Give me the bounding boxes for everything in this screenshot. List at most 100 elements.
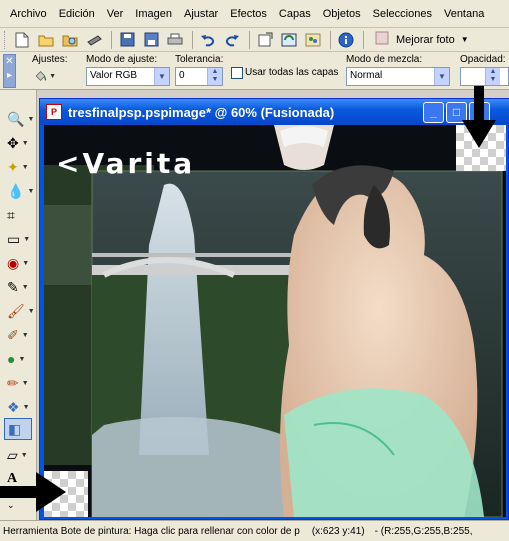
retouch-icon: ✐ [7,326,19,343]
new-file-icon[interactable] [11,30,33,50]
match-mode-value: Valor RGB [90,70,138,81]
eye-icon: ◉ [7,254,20,271]
selection-tool[interactable]: ▭ ▼ [4,228,32,250]
toolbar-separator [363,30,364,49]
blend-mode-value: Normal [350,70,383,81]
opacity-label: Opacidad: [460,54,506,65]
standard-toolbar: Mejorar foto ▼ [0,28,509,52]
clone-tool[interactable]: ✎ ▼ [4,276,32,298]
annotation-arrow-right-icon [0,472,66,512]
toolbar-separator [249,30,250,49]
spin-arrows-icon[interactable]: ▲ ▼ [207,68,222,85]
move-tool[interactable]: ✥ ▼ [4,132,32,154]
pencil-icon: ✏ [7,374,19,391]
opacity-stepper[interactable]: ▲ ▼ [460,67,509,86]
crop-icon: ⌗ [7,206,15,223]
selection-icon: ▭ [7,230,21,247]
match-mode-label: Modo de ajuste: [86,54,158,65]
scanner-icon[interactable] [83,30,105,50]
retouch-tool[interactable]: ✐ ▼ [4,324,32,346]
zoom-tool[interactable]: 🔍 ▼ [4,108,34,130]
fit-window-icon[interactable] [254,30,276,50]
status-hint: Herramienta Bote de pintura: Haga clic p… [3,525,300,537]
redo-icon[interactable] [221,30,243,50]
color-replacer-icon: ● [7,351,16,367]
blend-mode-select[interactable]: Normal ▼ [346,67,450,86]
document-title: tresfinalpsp.pspimage* @ 60% (Fusionada) [68,104,335,120]
use-all-layers-checkbox[interactable] [231,67,243,79]
presets-label: Ajustes: [32,54,68,65]
open-folder-icon[interactable] [35,30,57,50]
red-eye-tool[interactable]: ◉ ▼ [4,252,32,274]
minimize-button[interactable]: _ [423,102,444,123]
use-all-layers-label: Usar todas las capas [245,67,339,78]
match-mode-select[interactable]: Valor RGB ▼ [86,67,170,86]
print-icon[interactable] [164,30,186,50]
magic-wand-icon: ✦ [7,158,19,175]
menu-objetos[interactable]: Objetos [317,4,367,24]
enhance-photo-button[interactable]: Mejorar foto ▼ [374,30,469,49]
psp-document-icon: P [46,104,62,120]
enhance-photo-icon [374,30,390,49]
menu-ver[interactable]: Ver [101,4,130,24]
color-replacer-tool[interactable]: ● ▼ [4,348,32,370]
info-icon[interactable] [335,30,357,50]
menu-archivo[interactable]: Archivo [6,4,53,24]
toolbar-separator [192,30,193,49]
menu-efectos[interactable]: Efectos [224,4,273,24]
dropper-icon: 💧 [7,182,25,199]
menu-selecciones[interactable]: Selecciones [367,4,438,24]
image-canvas[interactable]: <Varita [44,125,506,517]
tools-toolbar: 🔍 ▼ ✥ ▼ ✦ ▼ 💧 ▼ ⌗ ▭ ▼ ◉ ▼ ✎ ▼ 🖌 ▼ ✐ ▼ ● ▼ ✏ ▼ ❖ ▼ ◧ … [0,90,37,520]
eraser-tool[interactable]: ▱ ▼ [4,444,32,466]
chevron-down-icon: ▼ [460,35,469,44]
toolbar-separator [111,30,112,49]
menu-bar: Archivo Edición Ver Imagen Ajustar Efect… [0,0,509,28]
fill-tool-preset-icon[interactable]: ▼ [34,66,56,86]
chevron-down-icon[interactable]: ▼ [434,68,449,85]
browse-icon[interactable] [59,30,81,50]
save-icon[interactable] [116,30,138,50]
magic-wand-tool[interactable]: ✦ ▼ [4,156,32,178]
document-titlebar[interactable]: P tresfinalpsp.pspimage* @ 60% (Fusionad… [40,99,509,125]
annotation-arrow-down-icon [462,86,496,148]
spin-arrows-icon[interactable]: ▲ ▼ [485,68,500,85]
menu-edicion[interactable]: Edición [53,4,101,24]
document-window: P tresfinalpsp.pspimage* @ 60% (Fusionad… [39,98,509,520]
close-icon[interactable]: ✕ ▸ [3,54,16,88]
toolbar-grip[interactable] [4,30,8,49]
magnifier-icon: 🔍 [7,110,25,127]
refresh-icon[interactable] [278,30,300,50]
clone-brush-icon: ✎ [7,278,19,295]
menu-ventana[interactable]: Ventana [438,4,490,24]
eraser-brush-tool[interactable]: ✏ ▼ [4,372,32,394]
enhance-photo-label: Mejorar foto [396,33,455,46]
brush-icon: 🖌 [7,302,25,319]
paint-bucket-icon: ◧ [8,420,22,437]
picture-tube-tool[interactable]: ❖ ▼ [4,396,32,418]
eraser-icon: ▱ [7,446,18,463]
picture-tube-icon: ❖ [7,398,20,415]
menu-ajustar[interactable]: Ajustar [178,4,224,24]
cursor-coordinates: (x:623 y:41) [311,525,365,537]
toolbar-separator [330,30,331,49]
tolerance-stepper[interactable]: 0 ▲ ▼ [175,67,223,86]
save-as-icon[interactable] [140,30,162,50]
crop-tool[interactable]: ⌗ [4,204,32,226]
canvas-image [44,125,506,517]
menu-capas[interactable]: Capas [273,4,317,24]
canvas-overlay-text: <Varita [56,147,196,180]
tolerance-label: Tolerancia: [175,54,224,65]
menu-imagen[interactable]: Imagen [129,4,178,24]
color-readout: - (R:255,G:255,B:255, [374,525,473,537]
dropper-tool[interactable]: 💧 ▼ [4,180,34,202]
move-arrows-icon: ✥ [7,134,19,151]
chevron-down-icon[interactable]: ▼ [154,68,169,85]
palette-icon[interactable] [302,30,324,50]
blend-mode-label: Modo de mezcla: [346,54,423,65]
paint-brush-tool[interactable]: 🖌 ▼ [4,300,35,322]
tolerance-value: 0 [179,70,185,81]
undo-icon[interactable] [197,30,219,50]
flood-fill-tool[interactable]: ◧ [4,418,32,440]
status-bar: Herramienta Bote de pintura: Haga clic p… [0,520,509,541]
